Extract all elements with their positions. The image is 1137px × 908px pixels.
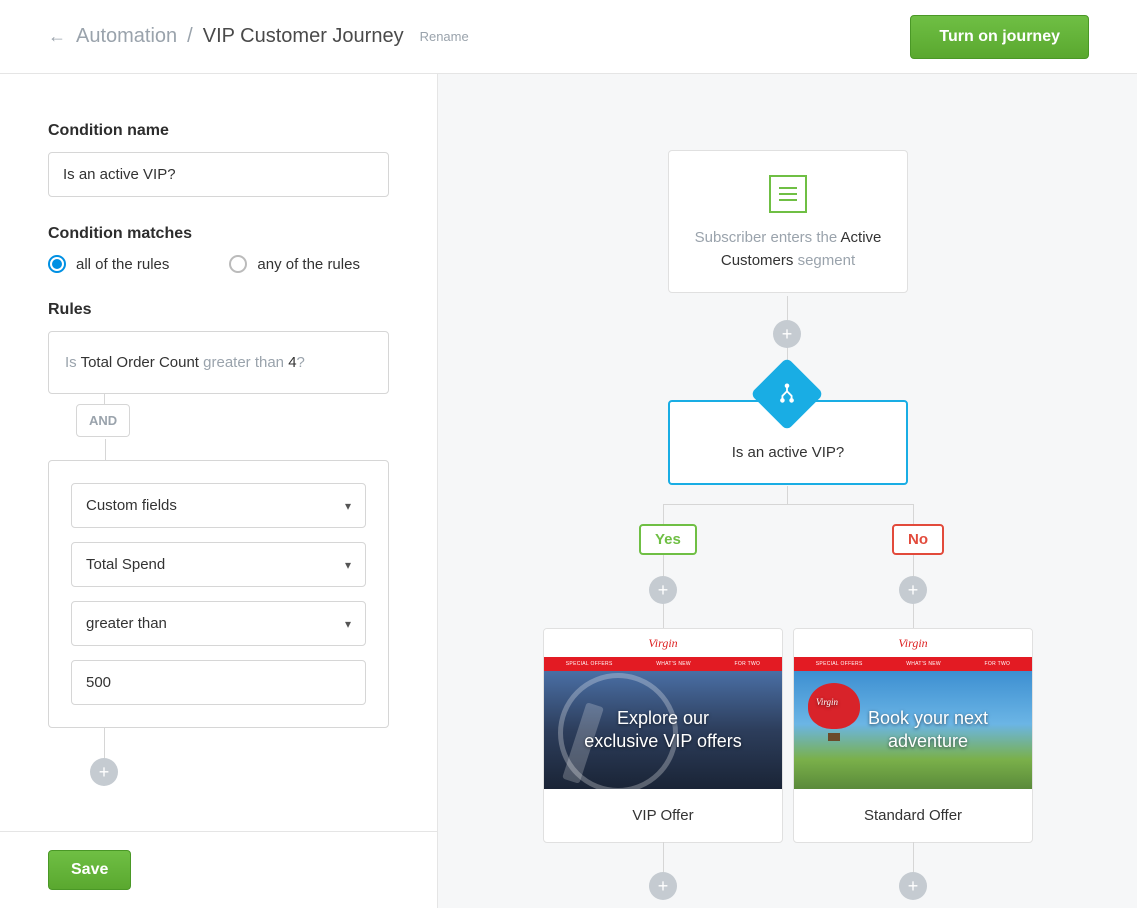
rules-label: Rules [48,301,389,319]
radio-checked-icon [48,255,66,273]
rule-summary-card[interactable]: Is Total Order Count greater than 4? [48,331,389,394]
add-rule-button[interactable]: + [90,758,118,786]
sidebar: Condition name Condition matches all of … [0,74,438,908]
segment-icon [769,175,807,213]
add-step-no-button[interactable]: + [899,576,927,604]
branch-no-badge: No [892,524,944,555]
trigger-text: Subscriber enters the Active Customers s… [689,227,887,272]
save-button[interactable]: Save [48,850,131,890]
operator-value: greater than [86,615,167,632]
radio-all-rules[interactable]: all of the rules [48,255,169,273]
plus-icon: + [658,580,669,601]
rule-value-input[interactable] [71,660,366,705]
email-node-standard[interactable]: Virgin SPECIAL OFFERSWHAT'S NEWFOR TWO V… [793,628,1033,843]
branch-yes-badge: Yes [639,524,697,555]
balloon-icon: Virgin [808,683,860,745]
field-type-select[interactable]: Custom fields ▾ [71,483,366,528]
rule-field: Total Order Count [81,354,199,371]
rule-suffix: ? [297,354,305,371]
radio-all-label: all of the rules [76,256,169,273]
rename-link[interactable]: Rename [420,29,469,44]
header: ← Automation / VIP Customer Journey Rena… [0,0,1137,74]
add-step-after-vip-button[interactable]: + [649,872,677,900]
turn-on-journey-button[interactable]: Turn on journey [910,15,1089,59]
email-title: VIP Offer [544,789,782,842]
plus-icon: + [99,762,110,783]
rule-value: 4 [288,354,296,371]
condition-node-label: Is an active VIP? [686,444,890,461]
trigger-node[interactable]: Subscriber enters the Active Customers s… [668,150,908,293]
field-name-value: Total Spend [86,556,165,573]
radio-any-label: any of the rules [257,256,360,273]
email-node-vip[interactable]: Virgin SPECIAL OFFERSWHAT'S NEWFOR TWO E… [543,628,783,843]
breadcrumb-root[interactable]: Automation [76,25,177,48]
radio-any-rules[interactable]: any of the rules [229,255,360,273]
journey-canvas[interactable]: Subscriber enters the Active Customers s… [438,74,1137,908]
operator-select[interactable]: greater than ▾ [71,601,366,646]
add-step-button[interactable]: + [773,320,801,348]
plus-icon: + [782,324,793,345]
field-type-value: Custom fields [86,497,177,514]
radio-unchecked-icon [229,255,247,273]
breadcrumb-current: VIP Customer Journey [203,25,404,48]
plus-icon: + [908,876,919,897]
breadcrumb: ← Automation / VIP Customer Journey Rena… [48,25,469,48]
back-arrow-icon[interactable]: ← [48,26,66,47]
chevron-down-icon: ▾ [345,499,351,513]
condition-name-input[interactable] [48,152,389,197]
chevron-down-icon: ▾ [345,617,351,631]
brand-logo: Virgin [898,636,927,651]
condition-matches-label: Condition matches [48,225,389,243]
and-badge: AND [76,404,130,437]
brand-logo: Virgin [648,636,677,651]
chevron-down-icon: ▾ [345,558,351,572]
add-step-yes-button[interactable]: + [649,576,677,604]
condition-name-label: Condition name [48,122,389,140]
plus-icon: + [908,580,919,601]
add-step-after-standard-button[interactable]: + [899,872,927,900]
email-thumbnail: Virgin SPECIAL OFFERSWHAT'S NEWFOR TWO E… [544,629,782,789]
email-title: Standard Offer [794,789,1032,842]
rule-prefix: Is [65,354,81,371]
email-thumbnail: Virgin SPECIAL OFFERSWHAT'S NEWFOR TWO V… [794,629,1032,789]
rule-op: greater than [199,354,288,371]
field-name-select[interactable]: Total Spend ▾ [71,542,366,587]
plus-icon: + [658,876,669,897]
breadcrumb-separator: / [187,25,193,48]
rule-editor-card: Custom fields ▾ Total Spend ▾ greater th… [48,460,389,728]
